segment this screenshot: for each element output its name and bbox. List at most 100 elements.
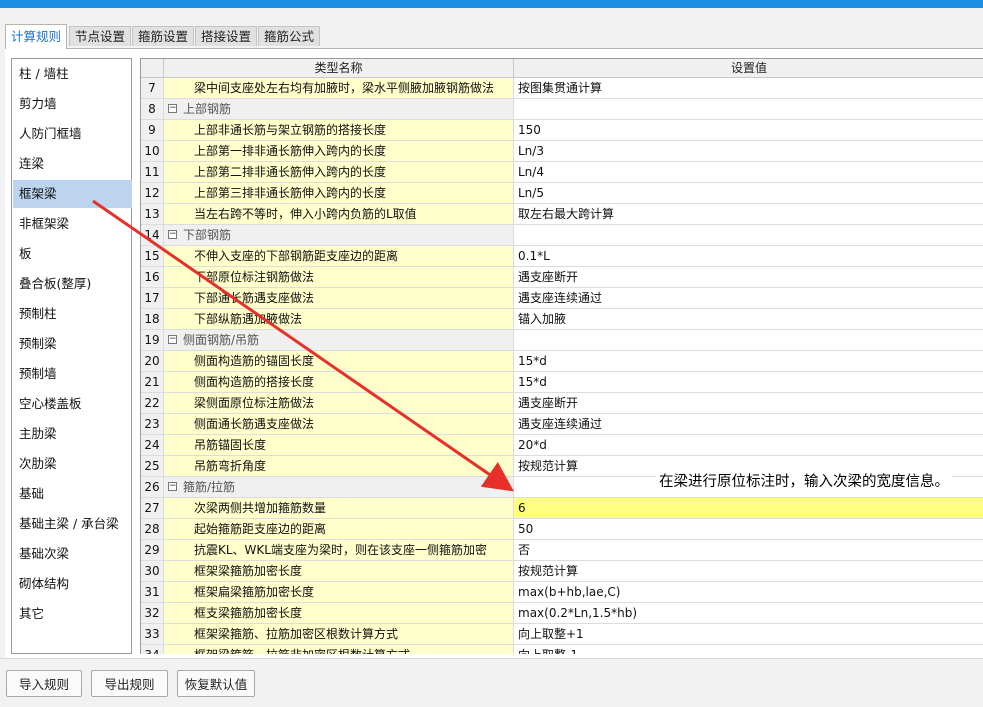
table-row[interactable]: 18 下部纵筋遇加腋做法 锚入加腋 <box>141 309 983 330</box>
group-row[interactable]: 8− 上部钢筋 <box>141 99 983 120</box>
table-row[interactable]: 22 梁侧面原位标注筋做法 遇支座断开 <box>141 393 983 414</box>
row-number: 24 <box>141 435 164 456</box>
setting-value-cell[interactable]: Ln/4 <box>514 162 983 183</box>
collapse-icon[interactable]: − <box>168 104 177 113</box>
sidebar-item[interactable]: 板 <box>13 240 132 268</box>
sidebar-item[interactable]: 柱 / 墙柱 <box>13 60 132 88</box>
table-row[interactable]: 12 上部第三排非通长筋伸入跨内的长度 Ln/5 <box>141 183 983 204</box>
setting-value-cell[interactable]: 50 <box>514 519 983 540</box>
sidebar-item[interactable]: 人防门框墙 <box>13 120 132 148</box>
type-name-cell: 当左右跨不等时，伸入小跨内负筋的L取值 <box>164 204 514 225</box>
export-rules-button[interactable]: 导出规则 <box>91 670 168 697</box>
row-number: 13 <box>141 204 164 225</box>
setting-value-cell[interactable]: 按规范计算 <box>514 561 983 582</box>
setting-value-cell[interactable]: 向上取整+1 <box>514 624 983 645</box>
table-row[interactable]: 27 次梁两侧共增加箍筋数量 6 <box>141 498 983 519</box>
row-number: 7 <box>141 78 164 99</box>
group-row[interactable]: 14− 下部钢筋 <box>141 225 983 246</box>
setting-value-cell[interactable]: 遇支座断开 <box>514 267 983 288</box>
tab-node-settings[interactable]: 节点设置 <box>69 26 132 46</box>
table-row[interactable]: 11 上部第二排非通长筋伸入跨内的长度 Ln/4 <box>141 162 983 183</box>
setting-value-cell[interactable]: 150 <box>514 120 983 141</box>
setting-value-cell[interactable]: 遇支座断开 <box>514 393 983 414</box>
sidebar-item[interactable]: 连梁 <box>13 150 132 178</box>
table-row[interactable]: 30 框架梁箍筋加密长度 按规范计算 <box>141 561 983 582</box>
setting-value-cell[interactable]: Ln/5 <box>514 183 983 204</box>
setting-value-cell[interactable]: 取左右最大跨计算 <box>514 204 983 225</box>
setting-value-cell[interactable]: 0.1*L <box>514 246 983 267</box>
sidebar-item[interactable]: 剪力墙 <box>13 90 132 118</box>
header-setting-value: 设置值 <box>514 59 983 78</box>
setting-value-cell[interactable]: 按图集贯通计算 <box>514 78 983 99</box>
sidebar-item[interactable]: 基础主梁 / 承台梁 <box>13 510 132 538</box>
table-row[interactable]: 15 不伸入支座的下部钢筋距支座边的距离 0.1*L <box>141 246 983 267</box>
setting-value-cell[interactable]: 遇支座连续通过 <box>514 414 983 435</box>
setting-value-cell[interactable]: 6 <box>514 498 983 519</box>
sidebar-item[interactable]: 基础 <box>13 480 132 508</box>
sidebar-item[interactable]: 叠合板(整厚) <box>13 270 132 298</box>
table-row[interactable]: 32 框支梁箍筋加密长度 max(0.2*Ln,1.5*hb) <box>141 603 983 624</box>
sidebar-item[interactable]: 框架梁 <box>13 180 132 208</box>
setting-value-cell[interactable]: 20*d <box>514 435 983 456</box>
table-row[interactable]: 34框架梁箍筋、拉筋非加密区根数计算方式向上取整-1 <box>141 645 983 654</box>
table-row[interactable]: 7 梁中间支座处左右均有加腋时，梁水平侧腋加腋钢筋做法 按图集贯通计算 <box>141 78 983 99</box>
sidebar-item[interactable]: 预制梁 <box>13 330 132 358</box>
table-row[interactable]: 31 框架扁梁箍筋加密长度 max(b+hb,lae,C) <box>141 582 983 603</box>
table-row[interactable]: 21 侧面构造筋的搭接长度 15*d <box>141 372 983 393</box>
setting-value-cell[interactable]: max(b+hb,lae,C) <box>514 582 983 603</box>
table-row[interactable]: 33 框架梁箍筋、拉筋加密区根数计算方式 向上取整+1 <box>141 624 983 645</box>
setting-value-cell[interactable]: 15*d <box>514 372 983 393</box>
sidebar-item[interactable]: 预制柱 <box>13 300 132 328</box>
sidebar-item[interactable]: 预制墙 <box>13 360 132 388</box>
collapse-icon[interactable]: − <box>168 482 177 491</box>
table-row[interactable]: 17 下部通长筋遇支座做法 遇支座连续通过 <box>141 288 983 309</box>
table-row[interactable]: 10 上部第一排非通长筋伸入跨内的长度 Ln/3 <box>141 141 983 162</box>
row-number: 18 <box>141 309 164 330</box>
table-row[interactable]: 13 当左右跨不等时，伸入小跨内负筋的L取值 取左右最大跨计算 <box>141 204 983 225</box>
type-name-cell: 框架梁箍筋、拉筋加密区根数计算方式 <box>164 624 514 645</box>
tab-stirrup-formula[interactable]: 箍筋公式 <box>258 26 321 46</box>
table-row[interactable]: 24 吊筋锚固长度 20*d <box>141 435 983 456</box>
table-row[interactable]: 28 起始箍筋距支座边的距离 50 <box>141 519 983 540</box>
group-row[interactable]: 19− 侧面钢筋/吊筋 <box>141 330 983 351</box>
setting-value-cell[interactable]: 向上取整-1 <box>514 645 983 654</box>
import-rules-button[interactable]: 导入规则 <box>6 670 82 697</box>
table-row[interactable]: 20 侧面构造筋的锚固长度 15*d <box>141 351 983 372</box>
setting-value-cell[interactable]: 15*d <box>514 351 983 372</box>
collapse-icon[interactable]: − <box>168 335 177 344</box>
group-name: − 上部钢筋 <box>164 99 514 120</box>
row-number: 19 <box>141 330 164 351</box>
sidebar-item[interactable]: 其它 <box>13 600 132 628</box>
type-name-cell: 侧面构造筋的锚固长度 <box>164 351 514 372</box>
sidebar-item[interactable]: 次肋梁 <box>13 450 132 478</box>
sidebar-item[interactable]: 非框架梁 <box>13 210 132 238</box>
row-number: 10 <box>141 141 164 162</box>
annotation-text: 在梁进行原位标注时，输入次梁的宽度信息。 <box>656 470 952 491</box>
type-name-cell: 框支梁箍筋加密长度 <box>164 603 514 624</box>
table-row[interactable]: 16 下部原位标注钢筋做法 遇支座断开 <box>141 267 983 288</box>
setting-value-cell[interactable]: 否 <box>514 540 983 561</box>
row-number: 31 <box>141 582 164 603</box>
sidebar-item[interactable]: 空心楼盖板 <box>13 390 132 418</box>
group-label: 侧面钢筋/吊筋 <box>183 333 260 347</box>
tab-calc-rules[interactable]: 计算规则 <box>5 24 68 49</box>
component-list: 柱 / 墙柱 剪力墙 人防门框墙 连梁 框架梁 非框架梁板叠合板(整厚) 预制柱 预制梁 预制墙… <box>11 58 132 654</box>
title-bar <box>0 0 983 8</box>
group-label: 上部钢筋 <box>183 102 232 116</box>
tab-stirrup-settings[interactable]: 箍筋设置 <box>132 26 195 46</box>
tab-lap-settings[interactable]: 搭接设置 <box>195 26 258 46</box>
table-row[interactable]: 29 抗震KL、WKL端支座为梁时，则在该支座一侧箍筋加密否 <box>141 540 983 561</box>
row-number: 15 <box>141 246 164 267</box>
setting-value-cell[interactable]: 遇支座连续通过 <box>514 288 983 309</box>
table-row[interactable]: 9 上部非通长筋与架立钢筋的搭接长度 150 <box>141 120 983 141</box>
sidebar-item[interactable]: 主肋梁 <box>13 420 132 448</box>
setting-value-cell[interactable]: max(0.2*Ln,1.5*hb) <box>514 603 983 624</box>
sidebar-item[interactable]: 基础次梁 <box>13 540 132 568</box>
type-name-cell: 梁侧面原位标注筋做法 <box>164 393 514 414</box>
setting-value-cell[interactable]: 锚入加腋 <box>514 309 983 330</box>
table-row[interactable]: 23 侧面通长筋遇支座做法 遇支座连续通过 <box>141 414 983 435</box>
collapse-icon[interactable]: − <box>168 230 177 239</box>
sidebar-item[interactable]: 砌体结构 <box>13 570 132 598</box>
restore-defaults-button[interactable]: 恢复默认值 <box>177 670 255 697</box>
setting-value-cell[interactable]: Ln/3 <box>514 141 983 162</box>
